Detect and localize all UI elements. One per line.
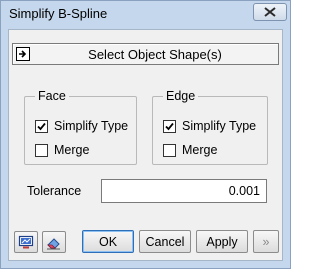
face-group: Face Simplify Type Merge <box>24 89 137 165</box>
select-object-shapes-label: Select Object Shape(s) <box>88 47 222 62</box>
face-simplify-type-option[interactable]: Simplify Type <box>35 118 128 134</box>
tolerance-input[interactable] <box>101 179 267 203</box>
cancel-button[interactable]: Cancel <box>139 230 191 253</box>
eraser-icon <box>47 237 60 249</box>
checkmark-icon <box>37 122 46 130</box>
face-merge-checkbox[interactable] <box>35 143 48 157</box>
edge-group-legend: Edge <box>163 89 199 103</box>
eraser-button[interactable] <box>42 231 66 253</box>
face-merge-option[interactable]: Merge <box>35 142 89 158</box>
apply-button[interactable]: Apply <box>196 230 248 253</box>
close-button[interactable] <box>253 3 287 21</box>
more-options-button[interactable]: » <box>253 230 279 253</box>
edge-group: Edge Simplify Type Merge <box>152 89 268 165</box>
face-simplify-type-label: Simplify Type <box>54 119 129 133</box>
dialog-window: Simplify B-Spline Select Object Shape(s)… <box>0 0 291 269</box>
preview-button[interactable] <box>14 231 38 253</box>
ok-button[interactable]: OK <box>82 230 134 253</box>
select-object-shapes-button[interactable]: Select Object Shape(s) <box>12 43 279 65</box>
edge-merge-label: Merge <box>182 143 218 157</box>
tolerance-label: Tolerance <box>27 184 82 198</box>
arrow-right-icon <box>16 47 30 61</box>
face-simplify-type-checkbox[interactable] <box>35 119 48 133</box>
face-group-legend: Face <box>35 89 69 103</box>
dialog-client-area: Select Object Shape(s) Face Simplify Typ… <box>8 29 283 261</box>
checkmark-icon <box>165 122 174 130</box>
close-icon <box>264 7 276 17</box>
window-title: Simplify B-Spline <box>9 6 108 21</box>
edge-simplify-type-label: Simplify Type <box>182 119 257 133</box>
title-bar[interactable]: Simplify B-Spline <box>1 1 290 27</box>
edge-simplify-type-checkbox[interactable] <box>163 119 176 133</box>
edge-merge-option[interactable]: Merge <box>163 142 217 158</box>
edge-simplify-type-option[interactable]: Simplify Type <box>163 118 256 134</box>
preview-icon <box>18 235 34 248</box>
edge-merge-checkbox[interactable] <box>163 143 176 157</box>
face-merge-label: Merge <box>54 143 90 157</box>
